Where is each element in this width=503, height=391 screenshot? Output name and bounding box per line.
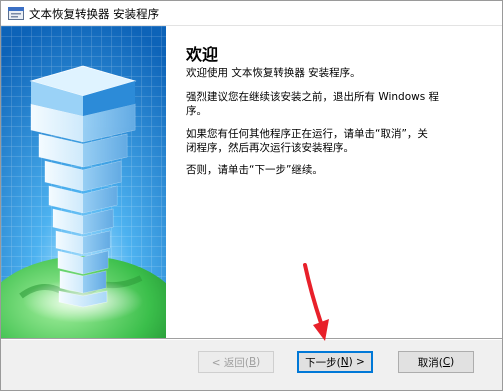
back-button-accesskey: B (248, 356, 257, 368)
page-title: 欢迎 (186, 45, 219, 64)
intro-text: 欢迎使用 文本恢复转换器 安装程序。 (186, 66, 491, 80)
installer-banner-graphic (1, 26, 166, 338)
back-button-label-suffix: ) (256, 356, 261, 368)
back-button-label: < 返回( (211, 356, 249, 369)
cancel-button[interactable]: 取消(C) (398, 351, 474, 373)
cancel-button-label-suffix: ) (450, 356, 455, 368)
cancel-hint-text: 如果您有任何其他程序正在运行，请单击“取消”，关 闭程序，然后再次运行该安装程序… (186, 127, 491, 155)
next-button[interactable]: 下一步(N) > (297, 351, 373, 373)
close-programs-line-1: 强烈建议您在继续该安装之前，退出所有 Windows 程 (186, 91, 440, 103)
next-hint-line-1: 否则，请单击“下一步”继续。 (186, 164, 323, 176)
cancel-button-label: 取消( (417, 356, 443, 369)
cancel-button-accesskey: C (442, 356, 451, 368)
next-button-label-suffix: ) > (348, 356, 365, 368)
title-bar[interactable]: 文本恢复转换器 安装程序 (1, 1, 502, 26)
banner-image (1, 26, 166, 338)
window-title: 文本恢复转换器 安装程序 (29, 7, 160, 21)
cancel-hint-line-1: 如果您有任何其他程序正在运行，请单击“取消”，关 (186, 128, 428, 140)
next-hint-text: 否则，请单击“下一步”继续。 (186, 163, 491, 177)
back-button[interactable]: < 返回(B) (198, 351, 274, 373)
close-programs-text: 强烈建议您在继续该安装之前，退出所有 Windows 程 序。 (186, 90, 491, 118)
annotation-arrow-icon (303, 263, 329, 341)
next-button-accesskey: N (340, 356, 349, 368)
intro-line-1: 欢迎使用 文本恢复转换器 安装程序。 (186, 67, 361, 79)
next-button-label: 下一步( (305, 356, 341, 369)
installer-window: 文本恢复转换器 安装程序 欢迎 欢迎使用 文本恢复转换器 安装程序。 强烈建议您… (0, 0, 503, 391)
cancel-hint-line-2: 闭程序，然后再次运行该安装程序。 (186, 142, 354, 154)
installer-app-icon (8, 7, 24, 20)
footer-separator (1, 338, 502, 340)
close-programs-line-2: 序。 (186, 105, 207, 117)
